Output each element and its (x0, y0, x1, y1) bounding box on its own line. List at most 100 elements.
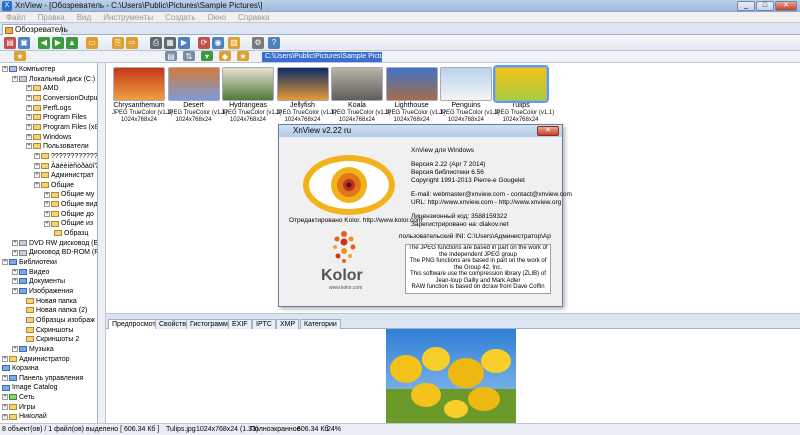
up-icon[interactable]: ▲ (66, 37, 78, 49)
tree-expand-icon[interactable]: + (2, 66, 8, 73)
forward-icon[interactable]: ▶ (52, 37, 64, 49)
tree-item[interactable]: + Àäèèíèñòðàòî? (34, 162, 97, 171)
tab-categories[interactable]: Категории (300, 319, 341, 329)
thumbnail-hydrangeas[interactable]: Hydrangeas JPEG TrueColor (v1.1) 1024x768x… (221, 67, 282, 127)
tree-item[interactable]: Скриншоты 2 (26, 335, 79, 344)
favorites-icon[interactable]: ★ (14, 51, 26, 61)
tree-item[interactable]: Образц (54, 229, 88, 238)
tree-item[interactable]: + Общие му (44, 190, 94, 199)
menu-file[interactable]: Файл (0, 12, 32, 22)
thumbnail-desert[interactable]: Desert JPEG TrueColor (v1.1) 1024x768x24 (167, 67, 227, 127)
tree-item[interactable]: + Общие вид (44, 200, 97, 209)
thumbnail-koala[interactable]: Koala JPEG TrueColor (v1.1) 1024x768x24 (330, 67, 391, 127)
tree-expand-icon[interactable]: + (44, 220, 50, 227)
thumbnail-penguins[interactable]: Penguins JPEG TrueColor (v1.1) 1024x768x24 (439, 67, 500, 127)
tree-item[interactable]: + Общие (34, 181, 74, 190)
tree-item[interactable]: + Общие из (44, 219, 93, 228)
tab-xmp[interactable]: XMP (276, 319, 300, 329)
tree-expand-icon[interactable]: + (12, 346, 18, 352)
tree-expand-icon[interactable]: + (26, 133, 32, 140)
tree-item[interactable]: + Администрат (34, 171, 94, 180)
menu-window[interactable]: Окно (201, 12, 232, 22)
close-window-button[interactable]: ✕ (775, 1, 797, 11)
tree-item[interactable]: + Windows (26, 133, 71, 142)
tree-item[interactable]: + Компьютер (2, 65, 55, 74)
wallpaper-icon[interactable]: ▨ (228, 37, 240, 49)
slideshow-icon[interactable]: ▶ (178, 37, 190, 49)
tree-item[interactable]: + PerfLogs (26, 104, 71, 113)
tree-item[interactable]: + Изображения (12, 287, 73, 296)
thumbnail-chrysanthemum[interactable]: Chrysanthemum JPEG TrueColor (v1.1) 1024x7… (112, 67, 173, 127)
view-mode-icon[interactable]: ▤ (165, 51, 177, 61)
menu-create[interactable]: Создать (159, 12, 201, 22)
fullscreen-icon[interactable]: ▣ (18, 37, 30, 49)
open-folder-icon[interactable]: ▭ (86, 37, 98, 49)
about-url[interactable]: URL: http://www.xnview.com - http://www.… (411, 199, 561, 207)
tree-item[interactable]: + Пользователи (26, 142, 89, 151)
sort-icon[interactable]: ⇅ (183, 51, 195, 61)
tree-item[interactable]: + Сеть (2, 393, 35, 402)
tree-expand-icon[interactable]: + (26, 104, 32, 111)
tree-item[interactable]: + Видео (12, 268, 49, 277)
tree-expand-icon[interactable]: + (26, 124, 32, 131)
tree-item[interactable]: Image Catalog (2, 383, 58, 392)
tab-browser[interactable]: Обозреватель (2, 24, 68, 35)
tree-expand-icon[interactable]: + (12, 268, 18, 275)
tree-expand-icon[interactable]: + (2, 413, 8, 420)
tree-expand-icon[interactable]: + (12, 75, 18, 82)
tree-expand-icon[interactable]: + (26, 143, 32, 150)
tree-expand-icon[interactable]: + (2, 403, 8, 410)
tree-item[interactable]: Корзина (2, 364, 39, 373)
tree-expand-icon[interactable]: + (12, 249, 18, 256)
tree-expand-icon[interactable]: + (44, 201, 50, 208)
minimize-button[interactable]: _ (737, 1, 755, 11)
tree-expand-icon[interactable]: + (2, 394, 8, 401)
tree-expand-icon[interactable]: + (12, 288, 18, 295)
thumbnail-lighthouse[interactable]: Lighthouse JPEG TrueColor (v1.1) 1024x768x… (385, 67, 445, 127)
filter-icon[interactable]: ▾ (201, 51, 213, 61)
tree-item[interactable]: + ConversionOutput (26, 94, 97, 103)
browser-icon[interactable]: ▤ (4, 37, 16, 49)
xnview-app-icon[interactable]: X (2, 1, 12, 11)
tree-expand-icon[interactable]: + (26, 114, 32, 121)
maximize-button[interactable]: □ (756, 1, 774, 11)
tree-item[interactable]: + Администратор (2, 355, 70, 364)
settings-gear-icon[interactable]: ⚙ (252, 37, 264, 49)
tree-expand-icon[interactable]: + (34, 181, 40, 188)
thumbnail-jellyfish[interactable]: Jellyfish JPEG TrueColor (v1.1) 1024x768x2… (276, 67, 336, 127)
tree-scrollbar[interactable] (98, 63, 106, 423)
tree-item[interactable]: + Библиотеки (2, 258, 57, 267)
rating-star-icon[interactable]: ★ (237, 51, 249, 61)
tree-item[interactable]: + Музыка (12, 345, 54, 354)
convert-icon[interactable]: ⟳ (198, 37, 210, 49)
tree-expand-icon[interactable]: + (44, 210, 50, 217)
menu-help[interactable]: Справка (232, 12, 275, 22)
tab-exif[interactable]: EXIF (228, 319, 252, 329)
about-close-button[interactable]: ✕ (537, 126, 559, 136)
tree-expand-icon[interactable]: + (26, 95, 32, 102)
tree-expand-icon[interactable]: + (2, 259, 8, 266)
tree-expand-icon[interactable]: + (12, 239, 18, 246)
tag-icon[interactable]: ◆ (219, 51, 231, 61)
tree-item[interactable]: Образцы изображ (26, 316, 95, 325)
tree-expand-icon[interactable]: + (2, 355, 8, 362)
tree-expand-icon[interactable]: + (34, 162, 40, 169)
tab-iptc[interactable]: IPTC (252, 319, 276, 329)
tree-expand-icon[interactable]: + (26, 85, 32, 92)
about-email[interactable]: E-mail: webmaster@xnview.com - contact@x… (411, 191, 572, 199)
tree-item[interactable]: + Локальный диск (C:) (12, 75, 95, 84)
tree-item[interactable]: Скриншоты (26, 326, 73, 335)
tree-item[interactable]: + Общие до (44, 210, 94, 219)
copy-to-icon[interactable]: ⎘ (112, 37, 124, 49)
back-icon[interactable]: ◀ (38, 37, 50, 49)
tree-item[interactable]: + Документы (12, 277, 65, 286)
menu-view[interactable]: Вид (71, 12, 97, 22)
tree-expand-icon[interactable]: + (12, 278, 18, 285)
tree-expand-icon[interactable]: + (44, 191, 50, 198)
tree-item[interactable]: + Игры (2, 403, 36, 412)
tree-item[interactable]: + DVD RW дисковод (E (12, 239, 97, 248)
tree-item[interactable]: + Николай (2, 412, 47, 421)
tree-item[interactable]: + Панель управления (2, 374, 83, 383)
tree-item[interactable]: + Program Files (26, 113, 87, 122)
tree-item[interactable]: + Дисковод BD-ROM (F (12, 248, 97, 257)
